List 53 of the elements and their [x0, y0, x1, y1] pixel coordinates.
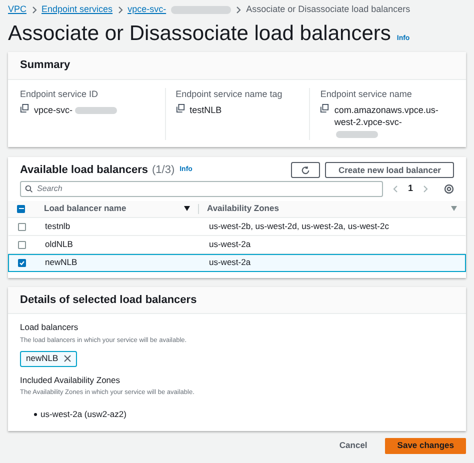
copy-icon[interactable]	[176, 104, 185, 113]
field-value: testNLB	[190, 104, 222, 116]
table-row[interactable]: newNLB us-west-2a	[8, 254, 466, 272]
table-cell: us-west-2b, us-west-2d, us-west-2a, us-west-2c	[209, 220, 389, 233]
field-label: Endpoint service ID	[20, 88, 100, 101]
table-cell-text: oldNLB	[45, 238, 74, 251]
section-title: Details of selected load balancers	[20, 292, 198, 308]
breadcrumb-link[interactable]: VPC	[8, 2, 27, 16]
section-title: Summary	[20, 58, 72, 73]
cancel-button[interactable]: Cancel	[333, 438, 374, 454]
refresh-icon	[301, 166, 310, 175]
table-row[interactable]: testnlb us-west-2b, us-west-2d, us-west-2a, us-west-2c	[8, 218, 466, 236]
zone-text: us-west-2a (usw2-az2)	[40, 408, 126, 421]
row-checkbox[interactable]	[18, 240, 26, 248]
table-cell: us-west-2a	[209, 256, 251, 269]
breadcrumb-link[interactable]: Endpoint services	[42, 2, 113, 16]
section-title: Available load balancers	[20, 163, 148, 178]
select-all-checkbox[interactable]	[17, 204, 25, 212]
table-cell: us-west-2a	[209, 238, 251, 251]
column-header[interactable]: Load balancer name	[44, 202, 184, 215]
field-value: vpce-svc-	[34, 104, 117, 116]
selection-count: (1/3)	[152, 163, 175, 178]
search-field[interactable]: Search	[20, 180, 383, 196]
field-label: Load balancers	[20, 321, 80, 334]
field-value: com.amazonaws.vpce.us-west-2.vpce-svc-	[334, 104, 442, 140]
table-cell-text: newNLB	[45, 256, 78, 269]
row-checkbox[interactable]	[18, 222, 26, 230]
table-cell-text: testnlb	[45, 220, 72, 233]
settings-icon[interactable]	[444, 184, 454, 194]
redaction-mark	[171, 6, 232, 14]
copy-icon[interactable]	[20, 104, 29, 113]
close-icon[interactable]	[64, 355, 72, 362]
save-button[interactable]: Save changes	[385, 438, 466, 454]
breadcrumb-link[interactable]: vpce-svc-	[128, 2, 166, 16]
field-label: Included Availability Zones	[20, 374, 122, 386]
breadcrumb-current: Associate or Disassociate load balancers	[246, 2, 410, 16]
page-title: Associate or Disassociate load balancers	[8, 22, 391, 46]
sort-icon[interactable]	[184, 206, 190, 211]
search-input[interactable]: Search	[37, 182, 378, 194]
chevron-icon	[118, 6, 123, 14]
row-checkbox[interactable]	[18, 258, 26, 266]
field-label: Endpoint service name	[320, 88, 413, 101]
page-number[interactable]: 1	[408, 182, 413, 196]
copy-icon[interactable]	[320, 104, 330, 113]
bullet-icon	[34, 413, 36, 416]
chevron-icon	[32, 6, 37, 14]
create-button[interactable]: Create new load balancer	[325, 162, 454, 178]
refresh-button[interactable]	[291, 162, 320, 178]
column-header[interactable]: Availability Zones	[207, 202, 451, 215]
chevron-icon	[236, 6, 242, 14]
field-label: Endpoint service name tag	[176, 88, 284, 101]
token-label: newNLB	[26, 352, 58, 365]
search-icon	[25, 184, 33, 192]
